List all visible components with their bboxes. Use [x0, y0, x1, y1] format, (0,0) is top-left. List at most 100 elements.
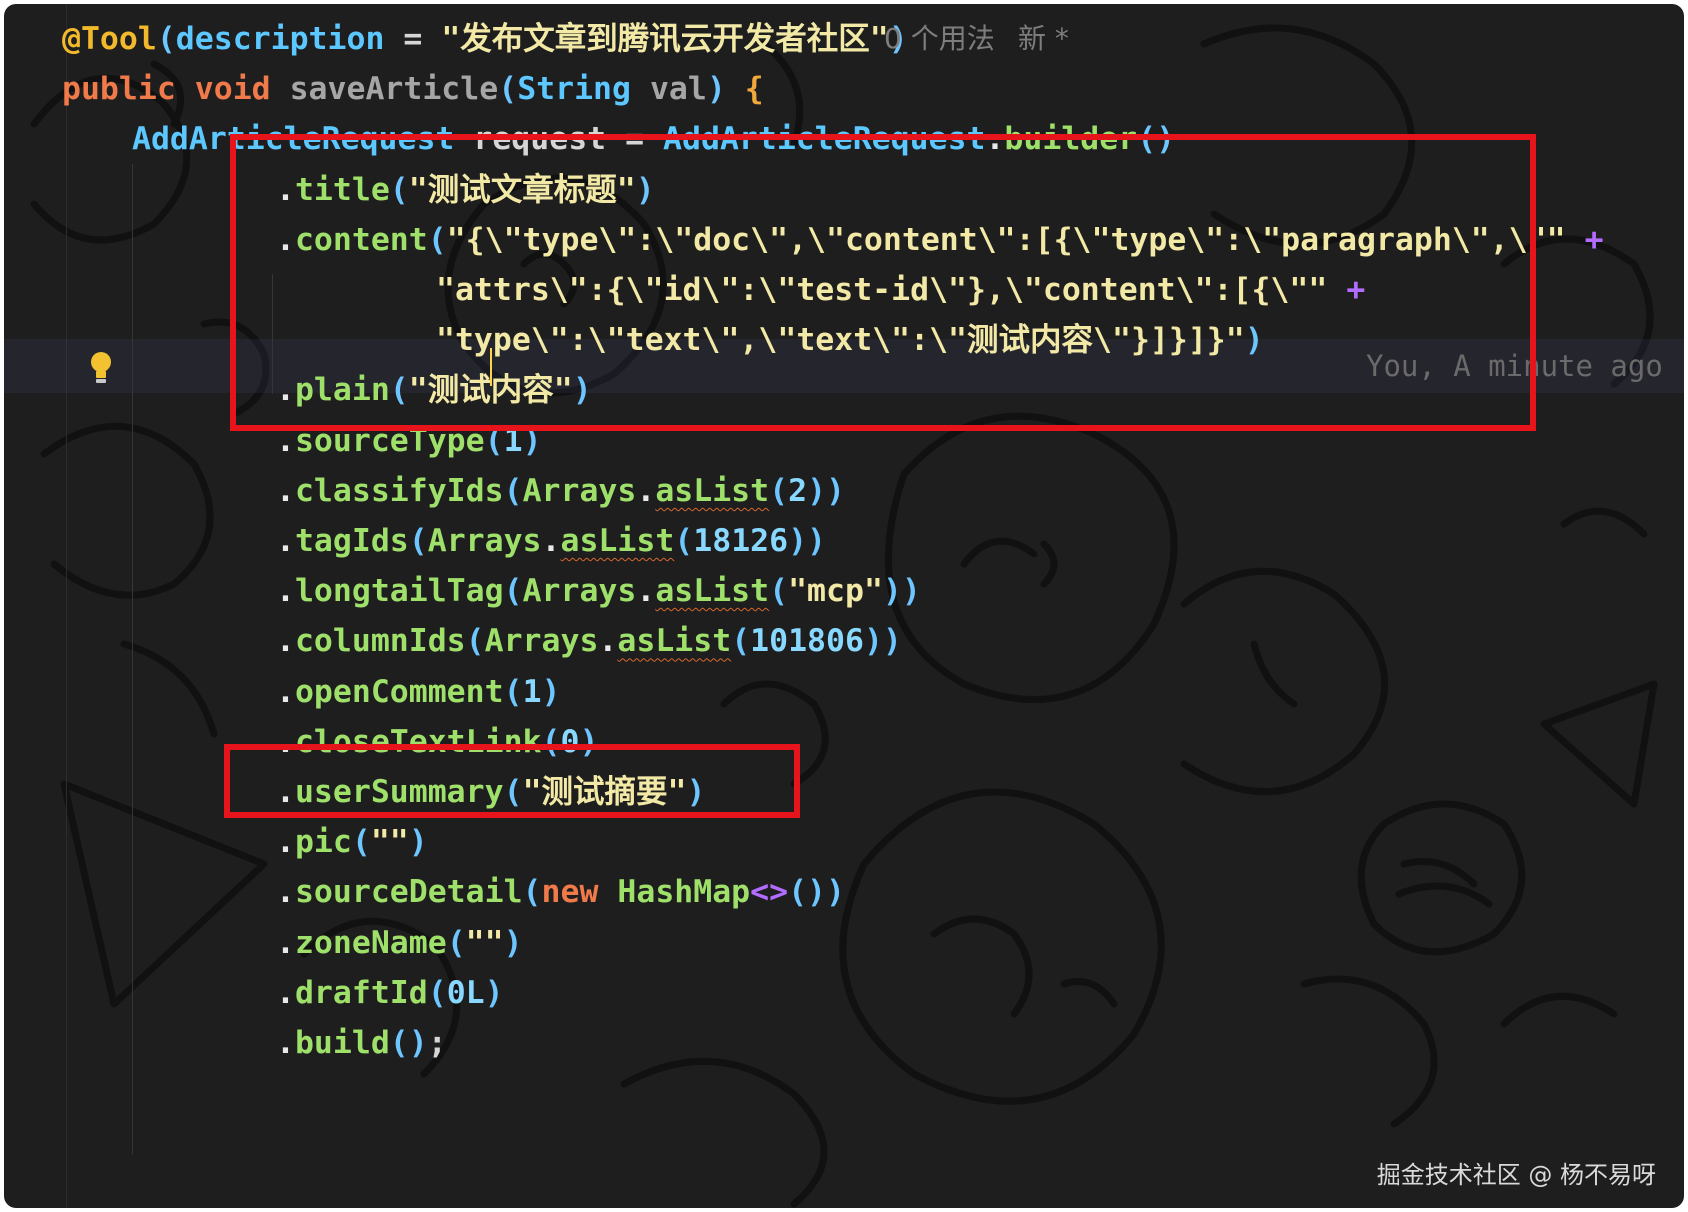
code-token: Arrays: [484, 623, 599, 660]
code-token: +: [1584, 221, 1604, 258]
code-token: ): [484, 974, 504, 1011]
code-token: (: [351, 824, 371, 861]
code-token: {: [744, 71, 764, 108]
code-token: 0L: [446, 974, 485, 1011]
code-token: String: [517, 71, 631, 108]
highlight-box-user-summary: [224, 744, 800, 818]
code-token: .: [276, 1025, 295, 1061]
code-line[interactable]: .columnIds(Arrays.asList(101806)): [276, 614, 902, 668]
code-line[interactable]: .sourceDetail(new HashMap<>()): [276, 865, 845, 919]
code-line[interactable]: .tagIds(Arrays.asList(18126)): [276, 514, 826, 568]
code-token: ): [408, 824, 428, 861]
lightbulb-icon[interactable]: [86, 349, 116, 385]
code-token: asList: [655, 573, 770, 610]
code-token: (: [408, 523, 428, 559]
code-token: asList: [560, 523, 675, 559]
code-token: build: [294, 1025, 390, 1061]
code-token: new: [541, 874, 599, 911]
code-token: Arrays: [427, 523, 542, 559]
usages-inlay-hint[interactable]: 0 个用法: [884, 12, 995, 66]
code-token: .: [276, 924, 295, 961]
code-token: Arrays: [522, 573, 637, 610]
code-token: .: [276, 523, 295, 559]
code-token: (: [503, 673, 523, 710]
code-token: .: [276, 874, 295, 911]
code-token: "发布文章到腾讯云开发者社区": [441, 21, 889, 57]
code-token: .: [276, 974, 295, 1011]
code-token: (: [503, 472, 523, 509]
code-token: val: [649, 71, 707, 108]
code-token: .: [276, 472, 295, 509]
code-token: columnIds: [294, 623, 466, 660]
code-line[interactable]: .draftId(0L): [276, 966, 504, 1020]
code-token: openComment: [294, 673, 504, 710]
code-token: <>: [750, 874, 789, 911]
code-token: .: [276, 824, 295, 861]
code-token: HashMap: [617, 874, 751, 911]
code-token: longtailTag: [294, 573, 504, 610]
code-line[interactable]: .build();: [276, 1016, 447, 1070]
code-line[interactable]: .longtailTag(Arrays.asList("mcp")): [276, 564, 921, 618]
watermark: 掘金技术社区 @ 杨不易呀: [1376, 1161, 1656, 1189]
code-token: asList: [617, 623, 732, 660]
code-token: (: [522, 874, 542, 911]
code-token: (: [465, 623, 485, 660]
code-token: (: [674, 523, 694, 559]
code-token: public: [62, 71, 176, 108]
code-token: description: [175, 21, 385, 57]
code-token: sourceDetail: [294, 874, 523, 911]
code-token: (: [769, 573, 789, 610]
code-token: Arrays: [522, 472, 637, 509]
new-file-status-hint: 新 *: [1018, 22, 1069, 55]
code-token: zoneName: [294, 924, 447, 961]
code-token: @Tool: [62, 21, 157, 57]
code-token: 18126: [693, 523, 789, 559]
code-token: ): [706, 71, 726, 108]
code-token: .: [276, 573, 295, 610]
code-token: 2: [788, 472, 808, 509]
code-token: (): [389, 1025, 428, 1061]
code-token: (: [731, 623, 751, 660]
code-token: pic: [294, 824, 352, 861]
code-token: )): [788, 523, 827, 559]
indent-guide: [132, 164, 133, 1154]
code-token: 1: [522, 673, 542, 710]
code-editor[interactable]: @Tool(description = "发布文章到腾讯云开发者社区") publ…: [4, 4, 1684, 1208]
code-token: saveArticle: [289, 71, 499, 108]
code-line[interactable]: .classifyIds(Arrays.asList(2)): [276, 464, 845, 518]
code-token: )): [807, 472, 845, 509]
code-token: .: [541, 523, 561, 559]
code-line[interactable]: .pic(""): [276, 815, 428, 869]
code-token: .: [598, 623, 618, 660]
code-token: (: [503, 573, 523, 610]
code-token: asList: [655, 472, 770, 509]
code-line[interactable]: .zoneName(""): [276, 916, 523, 970]
code-token: (: [498, 71, 518, 108]
code-token: (: [446, 924, 466, 961]
code-token: 101806: [750, 623, 864, 660]
code-token: "": [370, 824, 409, 861]
code-token: classifyIds: [294, 472, 504, 509]
code-token: ): [503, 924, 523, 961]
code-token: "mcp": [788, 573, 883, 610]
code-token: )): [882, 573, 921, 610]
code-token: ): [541, 673, 561, 710]
code-token: draftId: [294, 974, 428, 1011]
code-token: .: [276, 623, 295, 660]
gutter-divider: [66, 4, 67, 1208]
code-token: tagIds: [294, 523, 409, 559]
code-line[interactable]: public void saveArticle(String val) {: [62, 62, 764, 116]
code-token: ;: [427, 1025, 447, 1061]
code-token: .: [636, 573, 656, 610]
code-token: )): [863, 623, 902, 660]
code-line[interactable]: @Tool(description = "发布文章到腾讯云开发者社区"): [62, 12, 908, 66]
code-token: (: [427, 974, 447, 1011]
highlight-box-content-fields: [230, 134, 1536, 431]
code-token: =: [384, 21, 442, 57]
code-line[interactable]: .openComment(1): [276, 665, 561, 719]
